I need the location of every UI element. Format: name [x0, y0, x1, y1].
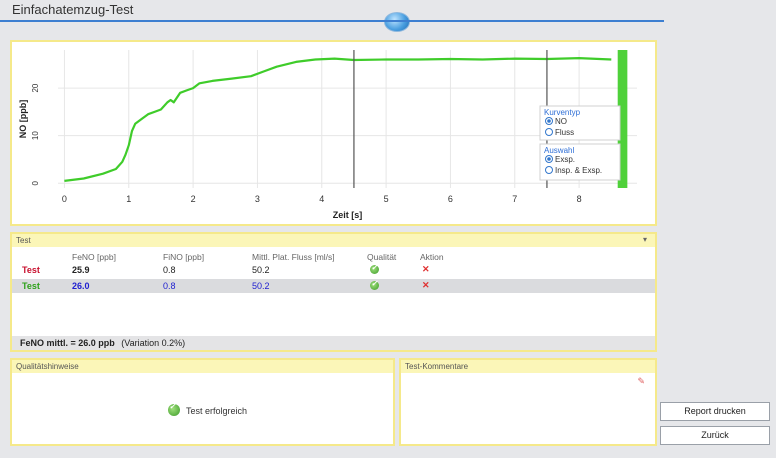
report-print-button[interactable]: Report drucken	[660, 402, 770, 421]
x-tick-label: 1	[126, 194, 131, 204]
col-header-quality: Qualität	[367, 252, 397, 262]
row-name: Test	[22, 281, 40, 291]
delete-icon[interactable]: ✕	[422, 280, 430, 291]
edit-icon[interactable]: ✎	[637, 376, 645, 387]
comments-header: Test-Kommentare	[401, 360, 655, 373]
curve-type-title: Kurventyp	[544, 108, 581, 117]
y-axis-label: NO [ppb]	[18, 100, 28, 139]
quality-check-icon	[370, 279, 379, 292]
window-title: Einfachatemzug-Test	[12, 2, 134, 17]
quality-title: Qualitätshinweise	[16, 362, 79, 371]
row-feno: 25.9	[72, 265, 90, 275]
x-tick-label: 5	[384, 194, 389, 204]
x-tick-label: 0	[62, 194, 67, 204]
success-icon	[168, 402, 180, 416]
row-flow: 50.2	[252, 281, 270, 291]
y-tick-label: 0	[31, 180, 40, 185]
quality-header: Qualitätshinweise	[12, 360, 393, 373]
feno-summary: FeNO mittl. = 26.0 ppb (Variation 0.2%)	[12, 336, 655, 350]
feno-variation: (Variation 0.2%)	[121, 338, 186, 348]
logo-icon	[384, 12, 410, 32]
no-curve-chart: 0 1 2 3 4 5 6 7 8 0 10 20 Zeit [s] NO [ppb] KurventypN…	[18, 50, 637, 220]
curve-type-option: Fluss	[555, 128, 574, 137]
results-header[interactable]: Test ▾	[12, 234, 655, 247]
x-tick-label: 7	[512, 194, 517, 204]
comments-title: Test-Kommentare	[405, 362, 469, 371]
x-tick-label: 2	[191, 194, 196, 204]
y-tick-label: 20	[31, 83, 40, 92]
x-tick-label: 3	[255, 194, 260, 204]
row-fino: 0.8	[163, 265, 176, 275]
curve-type-option: NO	[555, 117, 567, 126]
x-tick-label: 4	[319, 194, 324, 204]
selection-title: Auswahl	[544, 146, 574, 155]
table-row[interactable]: Test 26.0 0.8 50.2 ✕	[12, 279, 655, 293]
row-fino: 0.8	[163, 281, 176, 291]
chart-panel: 0 1 2 3 4 5 6 7 8 0 10 20 Zeit [s] NO [ppb] Kurventyp N…	[10, 40, 657, 226]
x-tick-label: 6	[448, 194, 453, 204]
quality-message: Test erfolgreich	[168, 402, 248, 416]
quality-panel: Qualitätshinweise Test erfolgreich	[10, 358, 395, 446]
row-name: Test	[22, 265, 40, 275]
curve-type-radio-dot	[547, 119, 551, 123]
selection-radio	[545, 166, 553, 174]
y-tick-label: 10	[31, 131, 40, 140]
selection-option: Insp. & Exsp.	[555, 166, 602, 175]
selection-option: Exsp.	[555, 155, 575, 164]
collapse-icon[interactable]: ▾	[643, 235, 647, 244]
row-feno: 26.0	[72, 281, 90, 291]
col-header-flow: Mittl. Plat. Fluss [ml/s]	[252, 252, 335, 262]
col-header-fino: FiNO [ppb]	[163, 252, 205, 262]
comments-panel[interactable]: Test-Kommentare ✎	[399, 358, 657, 446]
feno-mean: FeNO mittl. = 26.0 ppb	[20, 338, 115, 348]
curve-type-radio	[545, 128, 553, 136]
x-tick-label: 8	[577, 194, 582, 204]
x-axis-label: Zeit [s]	[333, 210, 363, 220]
no-curve-line	[64, 57, 612, 182]
col-header-action: Aktion	[420, 252, 444, 262]
back-button[interactable]: Zurück	[660, 426, 770, 445]
selection-radio-dot	[547, 157, 551, 161]
table-row[interactable]: Test 25.9 0.8 50.2 ✕	[12, 263, 655, 277]
quality-check-icon	[370, 263, 379, 276]
row-flow: 50.2	[252, 265, 270, 275]
results-panel: Test ▾ FeNO [ppb] FiNO [ppb] Mittl. Plat…	[10, 232, 657, 352]
delete-icon[interactable]: ✕	[422, 264, 430, 275]
title-divider	[0, 20, 664, 22]
results-title: Test	[16, 236, 31, 245]
quality-text: Test erfolgreich	[186, 406, 248, 416]
col-header-feno: FeNO [ppb]	[72, 252, 116, 262]
